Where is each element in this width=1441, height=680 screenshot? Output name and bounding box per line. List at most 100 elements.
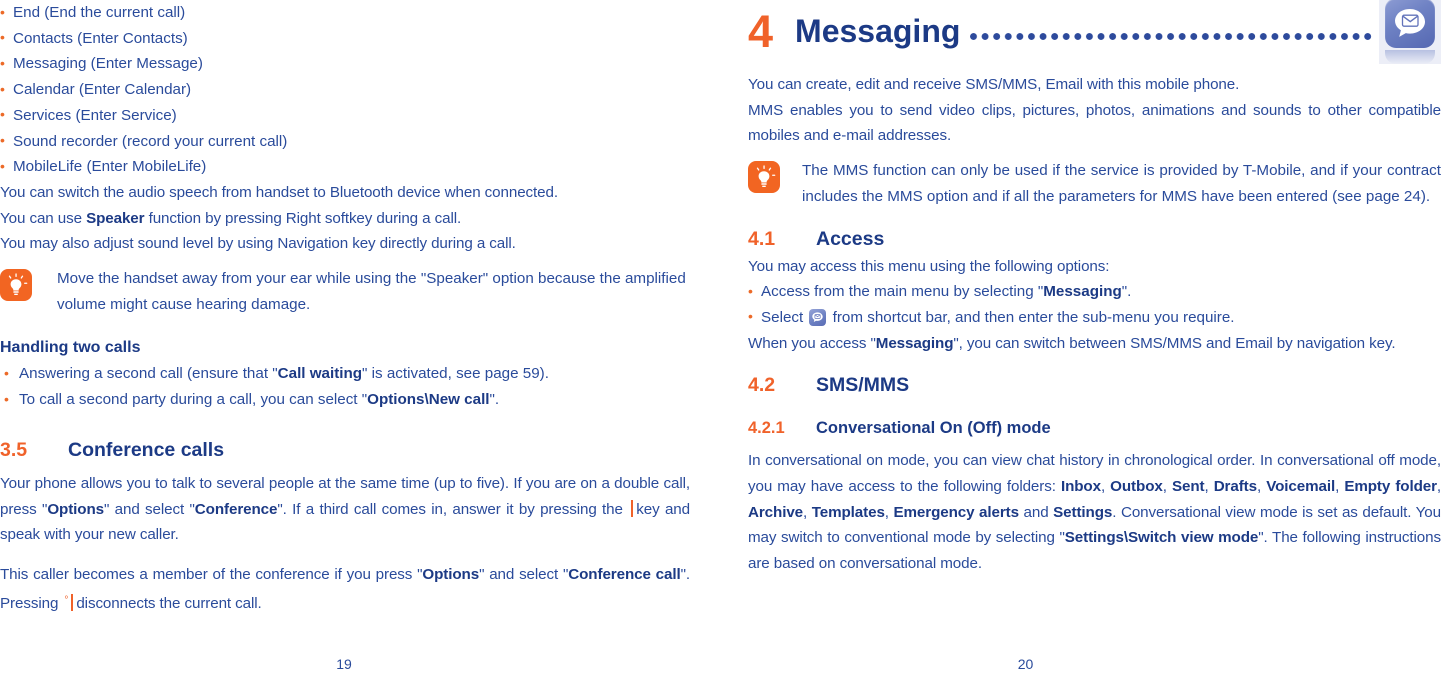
volume-text: You may also adjust sound level by using… [0, 235, 516, 253]
page-number-right: 20 [1017, 656, 1034, 672]
list-item: End (End the current call) [0, 0, 690, 26]
list-item: Select from shortcut bar, and then enter… [748, 304, 1441, 331]
smsmms-title: SMS/MMS [816, 374, 910, 397]
conversational-mode-title: Conversational On (Off) mode [816, 419, 1051, 438]
list-item-label: Contacts (Enter Contacts) [13, 29, 188, 47]
folder-outbox: Outbox [1110, 478, 1163, 496]
handling-two-calls-list: Answering a second call (ensure that "Ca… [0, 361, 690, 412]
conv-para-b: and [1018, 503, 1054, 521]
speaker-text-pre: You can use [0, 209, 87, 227]
conf-p1-c: " and select " [103, 500, 195, 518]
list-item: Answering a second call (ensure that "Ca… [0, 361, 690, 387]
tip-note-left-text: Move the handset away from your ear whil… [57, 270, 686, 313]
conference-paragraph-1: Your phone allows you to talk to several… [0, 471, 690, 548]
conversational-mode-paragraph: In conversational on mode, you can view … [748, 452, 1441, 573]
switch-view-mode-path: Settings\Switch view mode [1064, 529, 1259, 547]
messaging-shortcut-icon [809, 308, 827, 326]
conversational-mode-heading: 4.2.1 Conversational On (Off) mode [748, 414, 1441, 442]
access-b2-pre: Select [761, 308, 808, 326]
folder-emergency-alerts: Emergency alerts [893, 503, 1019, 521]
access-b1-pre: Access from the main menu by selecting " [761, 283, 1044, 301]
list-item: Sound recorder (record your current call… [0, 128, 690, 155]
icon-reflection [1385, 50, 1435, 64]
speaker-paragraph: You can use Speaker function by pressing… [0, 206, 690, 232]
speaker-term: Speaker [86, 209, 145, 227]
list-item-label: MobileLife (Enter MobileLife) [13, 158, 207, 176]
folder-drafts: Drafts [1213, 478, 1257, 496]
tip-note-left: Move the handset away from your ear whil… [0, 266, 690, 317]
messaging-icon-tile [1385, 0, 1435, 48]
folder-sent: Sent [1171, 478, 1205, 496]
list-item-label: End (End the current call) [13, 4, 186, 21]
chapter-number: 4 [748, 5, 774, 57]
handling-b1-post: " is activated, see page 59). [362, 365, 549, 383]
list-item: Access from the main menu by selecting "… [748, 279, 1441, 305]
list-item: To call a second party during a call, yo… [0, 387, 690, 413]
folder-archive: Archive [748, 503, 804, 521]
list-item-label: Sound recorder (record your current call… [13, 132, 288, 150]
handling-b2-term: Options\New call [367, 391, 490, 409]
tip-note-right: The MMS function can only be used if the… [748, 158, 1441, 209]
list-item-label: Services (Enter Service) [13, 106, 177, 124]
access-title: Access [816, 227, 885, 250]
dot-leader [970, 15, 1373, 47]
page-number-left: 19 [336, 656, 352, 672]
access-b1-term: Messaging [1043, 283, 1122, 301]
access-heading: 4.1 Access [748, 224, 1441, 254]
volume-paragraph: You may also adjust sound level by using… [0, 231, 690, 257]
access-number: 4.1 [748, 227, 776, 250]
access-closing-post: ", you can switch between SMS/MMS and Em… [953, 334, 1396, 352]
access-b2-post: from shortcut bar, and then enter the su… [828, 308, 1235, 326]
list-item: Calendar (Enter Calendar) [0, 77, 690, 103]
access-closing-pre: When you access " [748, 334, 876, 352]
conf-p1-options: Options [47, 500, 104, 518]
handling-b1-pre: Answering a second call (ensure that " [19, 365, 278, 383]
access-options-list: Access from the main menu by selecting "… [748, 279, 1441, 330]
handling-b2-post: ". [489, 391, 500, 409]
folder-settings: Settings [1053, 503, 1113, 521]
conf-p2-options: Options [422, 565, 480, 583]
access-b1-post: ". [1121, 283, 1132, 301]
intro-line-1: You can create, edit and receive SMS/MMS… [748, 76, 1240, 93]
smsmms-number: 4.2 [748, 374, 776, 397]
messaging-app-icon [1379, 0, 1441, 64]
handling-b2-pre: To call a second party during a call, yo… [19, 391, 368, 409]
conf-p2-c: " and select " [479, 565, 569, 583]
intro-line-2: MMS enables you to send video clips, pic… [748, 101, 1441, 145]
list-item: Messaging (Enter Message) [0, 51, 690, 77]
conf-p2-f: disconnects the current call. [76, 594, 262, 612]
chapter-title: Messaging [795, 13, 961, 49]
conference-calls-number: 3.5 [0, 438, 28, 461]
page-left: End (End the current call) Contacts (Ent… [0, 0, 720, 680]
access-closing-term: Messaging [875, 334, 954, 352]
conf-p1-e: ". If a third call comes in, answer it b… [277, 500, 629, 518]
conf-p1-conference: Conference [194, 500, 278, 518]
in-call-options-list: End (End the current call) Contacts (Ent… [0, 0, 690, 180]
list-item-label: Messaging (Enter Message) [13, 55, 203, 73]
access-lead: You may access this menu using the follo… [748, 257, 1110, 275]
bluetooth-paragraph: You can switch the audio speech from han… [0, 180, 690, 206]
access-closing: When you access "Messaging", you can swi… [748, 331, 1441, 357]
list-item: Contacts (Enter Contacts) [0, 25, 690, 52]
list-item-label: Calendar (Enter Calendar) [13, 81, 192, 99]
speaker-text-post: function by pressing Right softkey durin… [144, 209, 462, 227]
list-item: Services (Enter Service) [0, 102, 690, 129]
lightbulb-tip-icon [748, 161, 780, 194]
conference-calls-heading: 3.5 Conference calls [0, 435, 690, 465]
handling-two-calls-heading: Handling two calls [0, 339, 141, 357]
conversational-mode-number: 4.2.1 [748, 419, 785, 438]
tip-note-right-text: The MMS function can only be used if the… [802, 162, 1441, 205]
bluetooth-text: You can switch the audio speech from han… [0, 183, 558, 201]
folder-inbox: Inbox [1060, 478, 1101, 496]
list-item: MobileLife (Enter MobileLife) [0, 154, 690, 180]
conference-calls-title: Conference calls [68, 438, 225, 461]
hangup-key-mark-icon: ° [64, 594, 69, 606]
conf-p2-conference-call: Conference call [568, 565, 681, 583]
chapter-header: 4 Messaging [748, 0, 1441, 64]
handling-b1-term: Call waiting [277, 365, 363, 383]
conf-p2-a: This caller becomes a member of the conf… [0, 565, 423, 583]
lightbulb-tip-icon [0, 269, 32, 302]
conference-paragraph-2: This caller becomes a member of the conf… [0, 562, 690, 616]
hangup-key-icon [71, 593, 74, 611]
page-right: 4 Messaging You can create, edit and rec… [720, 0, 1441, 680]
